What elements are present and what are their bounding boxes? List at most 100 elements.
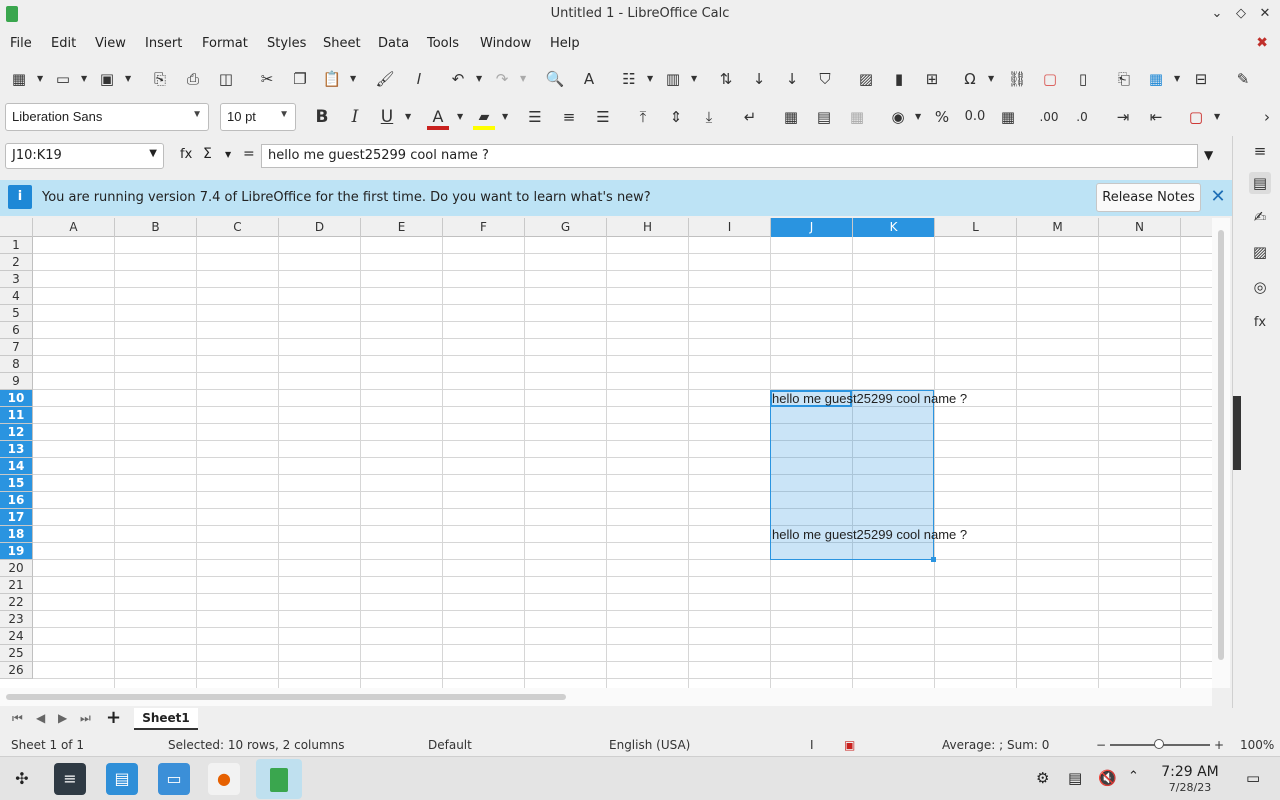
row-header-2[interactable]: 2 [0,254,33,271]
zoom-in-icon[interactable]: + [1214,738,1224,752]
font-name-box[interactable]: Liberation Sans ▼ [5,103,209,131]
autofill-handle[interactable] [931,557,936,562]
menu-styles[interactable]: Styles [267,36,306,51]
column-header-a[interactable]: A [33,218,115,237]
menu-data[interactable]: Data [378,36,409,51]
underline-icon[interactable]: U [376,106,398,128]
save-dropdown-icon[interactable]: ▼ [125,70,133,88]
highlight-color-icon[interactable]: ▰ [473,106,495,130]
row-header-22[interactable]: 22 [0,594,33,611]
row-header-1[interactable]: 1 [0,237,33,254]
select-all-corner[interactable] [0,218,33,237]
system-settings-icon[interactable]: ≡ [54,763,86,795]
sidebar-menu-icon[interactable]: ≡ [1249,140,1271,162]
column-header-h[interactable]: H [607,218,689,237]
row-header-15[interactable]: 15 [0,475,33,492]
freeze-dropdown-icon[interactable]: ▼ [1174,70,1182,88]
center-vertically-icon[interactable]: ⇕ [665,106,687,128]
previous-sheet-icon[interactable]: ◀ [36,711,45,725]
unmerge-cells-icon[interactable]: ▦ [846,106,868,128]
decrease-indent-icon[interactable]: ⇤ [1145,106,1167,128]
increase-indent-icon[interactable]: ⇥ [1112,106,1134,128]
sort-descending-icon[interactable]: ↓ [781,68,803,90]
column-header-k[interactable]: K [853,218,935,237]
cut-icon[interactable]: ✂ [256,68,278,90]
vertical-scroll-thumb[interactable] [1218,230,1224,660]
menu-sheet[interactable]: Sheet [323,36,361,51]
freeze-rows-columns-icon[interactable]: ▦ [1145,68,1167,90]
formula-input[interactable]: hello me guest25299 cool name ? [261,144,1198,168]
row-header-21[interactable]: 21 [0,577,33,594]
date-format-icon[interactable]: ▦ [997,106,1019,128]
hyperlink-icon[interactable]: ⛓ [1006,68,1028,90]
navigator-icon[interactable]: ◎ [1249,276,1271,298]
font-color-icon[interactable]: A [427,106,449,130]
sort-ascending-icon[interactable]: ↓ [748,68,770,90]
menu-view[interactable]: View [95,36,126,51]
special-character-icon[interactable]: Ω [959,68,981,90]
column-header-m[interactable]: M [1017,218,1099,237]
expand-formula-bar-icon[interactable]: ▼ [1204,148,1213,162]
new-dropdown-icon[interactable]: ▼ [37,70,45,88]
formula-icon[interactable]: = [243,146,255,162]
properties-icon[interactable]: ▤ [1249,172,1271,194]
app-launcher-icon[interactable]: ✣ [6,763,38,795]
vertical-scrollbar[interactable] [1212,218,1230,688]
row-header-9[interactable]: 9 [0,373,33,390]
column-header-n[interactable]: N [1099,218,1181,237]
column-header-e[interactable]: E [361,218,443,237]
row-dropdown-icon[interactable]: ▼ [647,70,655,88]
menu-edit[interactable]: Edit [51,36,76,51]
special-character-dropdown-icon[interactable]: ▼ [988,70,996,88]
split-window-icon[interactable]: ⊟ [1190,68,1212,90]
tray-expand-icon[interactable]: ⌃ [1128,769,1139,784]
toolbar-overflow-icon[interactable]: › [1260,106,1274,128]
menu-help[interactable]: Help [550,36,580,51]
volume-muted-icon[interactable]: 🔇 [1098,769,1117,787]
add-decimal-place-icon[interactable]: .00 [1038,106,1060,128]
network-icon[interactable]: ⚙ [1036,769,1049,787]
horizontal-scroll-thumb[interactable] [6,694,566,700]
menu-insert[interactable]: Insert [145,36,182,51]
sum-dropdown-icon[interactable]: ▼ [225,150,231,159]
document-modified-icon[interactable]: ▣ [844,738,855,752]
functions-icon[interactable]: fx [1249,312,1271,334]
align-left-icon[interactable]: ☰ [524,106,546,128]
insert-mode-icon[interactable]: I [810,738,814,752]
underline-dropdown-icon[interactable]: ▼ [405,108,413,126]
last-sheet-icon[interactable]: ⏭ [80,711,91,726]
column-header-l[interactable]: L [935,218,1017,237]
print-preview-icon[interactable]: ◫ [215,68,237,90]
menu-file[interactable]: File [10,36,32,51]
row-header-6[interactable]: 6 [0,322,33,339]
name-box[interactable]: J10:K19 ▼ [5,143,164,169]
cell-j18[interactable]: hello me guest25299 cool name ? [772,527,967,542]
copy-icon[interactable]: ❐ [289,68,311,90]
align-right-icon[interactable]: ☰ [592,106,614,128]
row-header-18[interactable]: 18 [0,526,33,543]
number-format-icon[interactable]: 0.0 [964,106,986,128]
merge-center-icon[interactable]: ▦ [780,106,802,128]
column-header-j[interactable]: J [771,218,853,237]
column-icon[interactable]: ▥ [662,68,684,90]
row-header-23[interactable]: 23 [0,611,33,628]
row-icon[interactable]: ☷ [618,68,640,90]
discover-store-icon[interactable]: ▤ [106,763,138,795]
horizontal-scrollbar[interactable] [0,688,1212,706]
find-replace-icon[interactable]: 🔍 [544,68,566,90]
styles-icon[interactable]: ✍ [1249,206,1271,228]
zoom-slider-knob[interactable] [1154,739,1164,749]
new-document-icon[interactable]: ▦ [8,68,30,90]
row-header-13[interactable]: 13 [0,441,33,458]
column-header-c[interactable]: C [197,218,279,237]
clear-formatting-icon[interactable]: 𝐼 [408,68,430,90]
menu-window[interactable]: Window [480,36,531,51]
column-header-b[interactable]: B [115,218,197,237]
insert-chart-icon[interactable]: ▮ [888,68,910,90]
open-folder-icon[interactable]: ▭ [52,68,74,90]
save-icon[interactable]: ▣ [96,68,118,90]
sum-icon[interactable]: Σ [203,146,212,162]
column-header-f[interactable]: F [443,218,525,237]
redo-icon[interactable]: ↷ [491,68,513,90]
row-header-4[interactable]: 4 [0,288,33,305]
